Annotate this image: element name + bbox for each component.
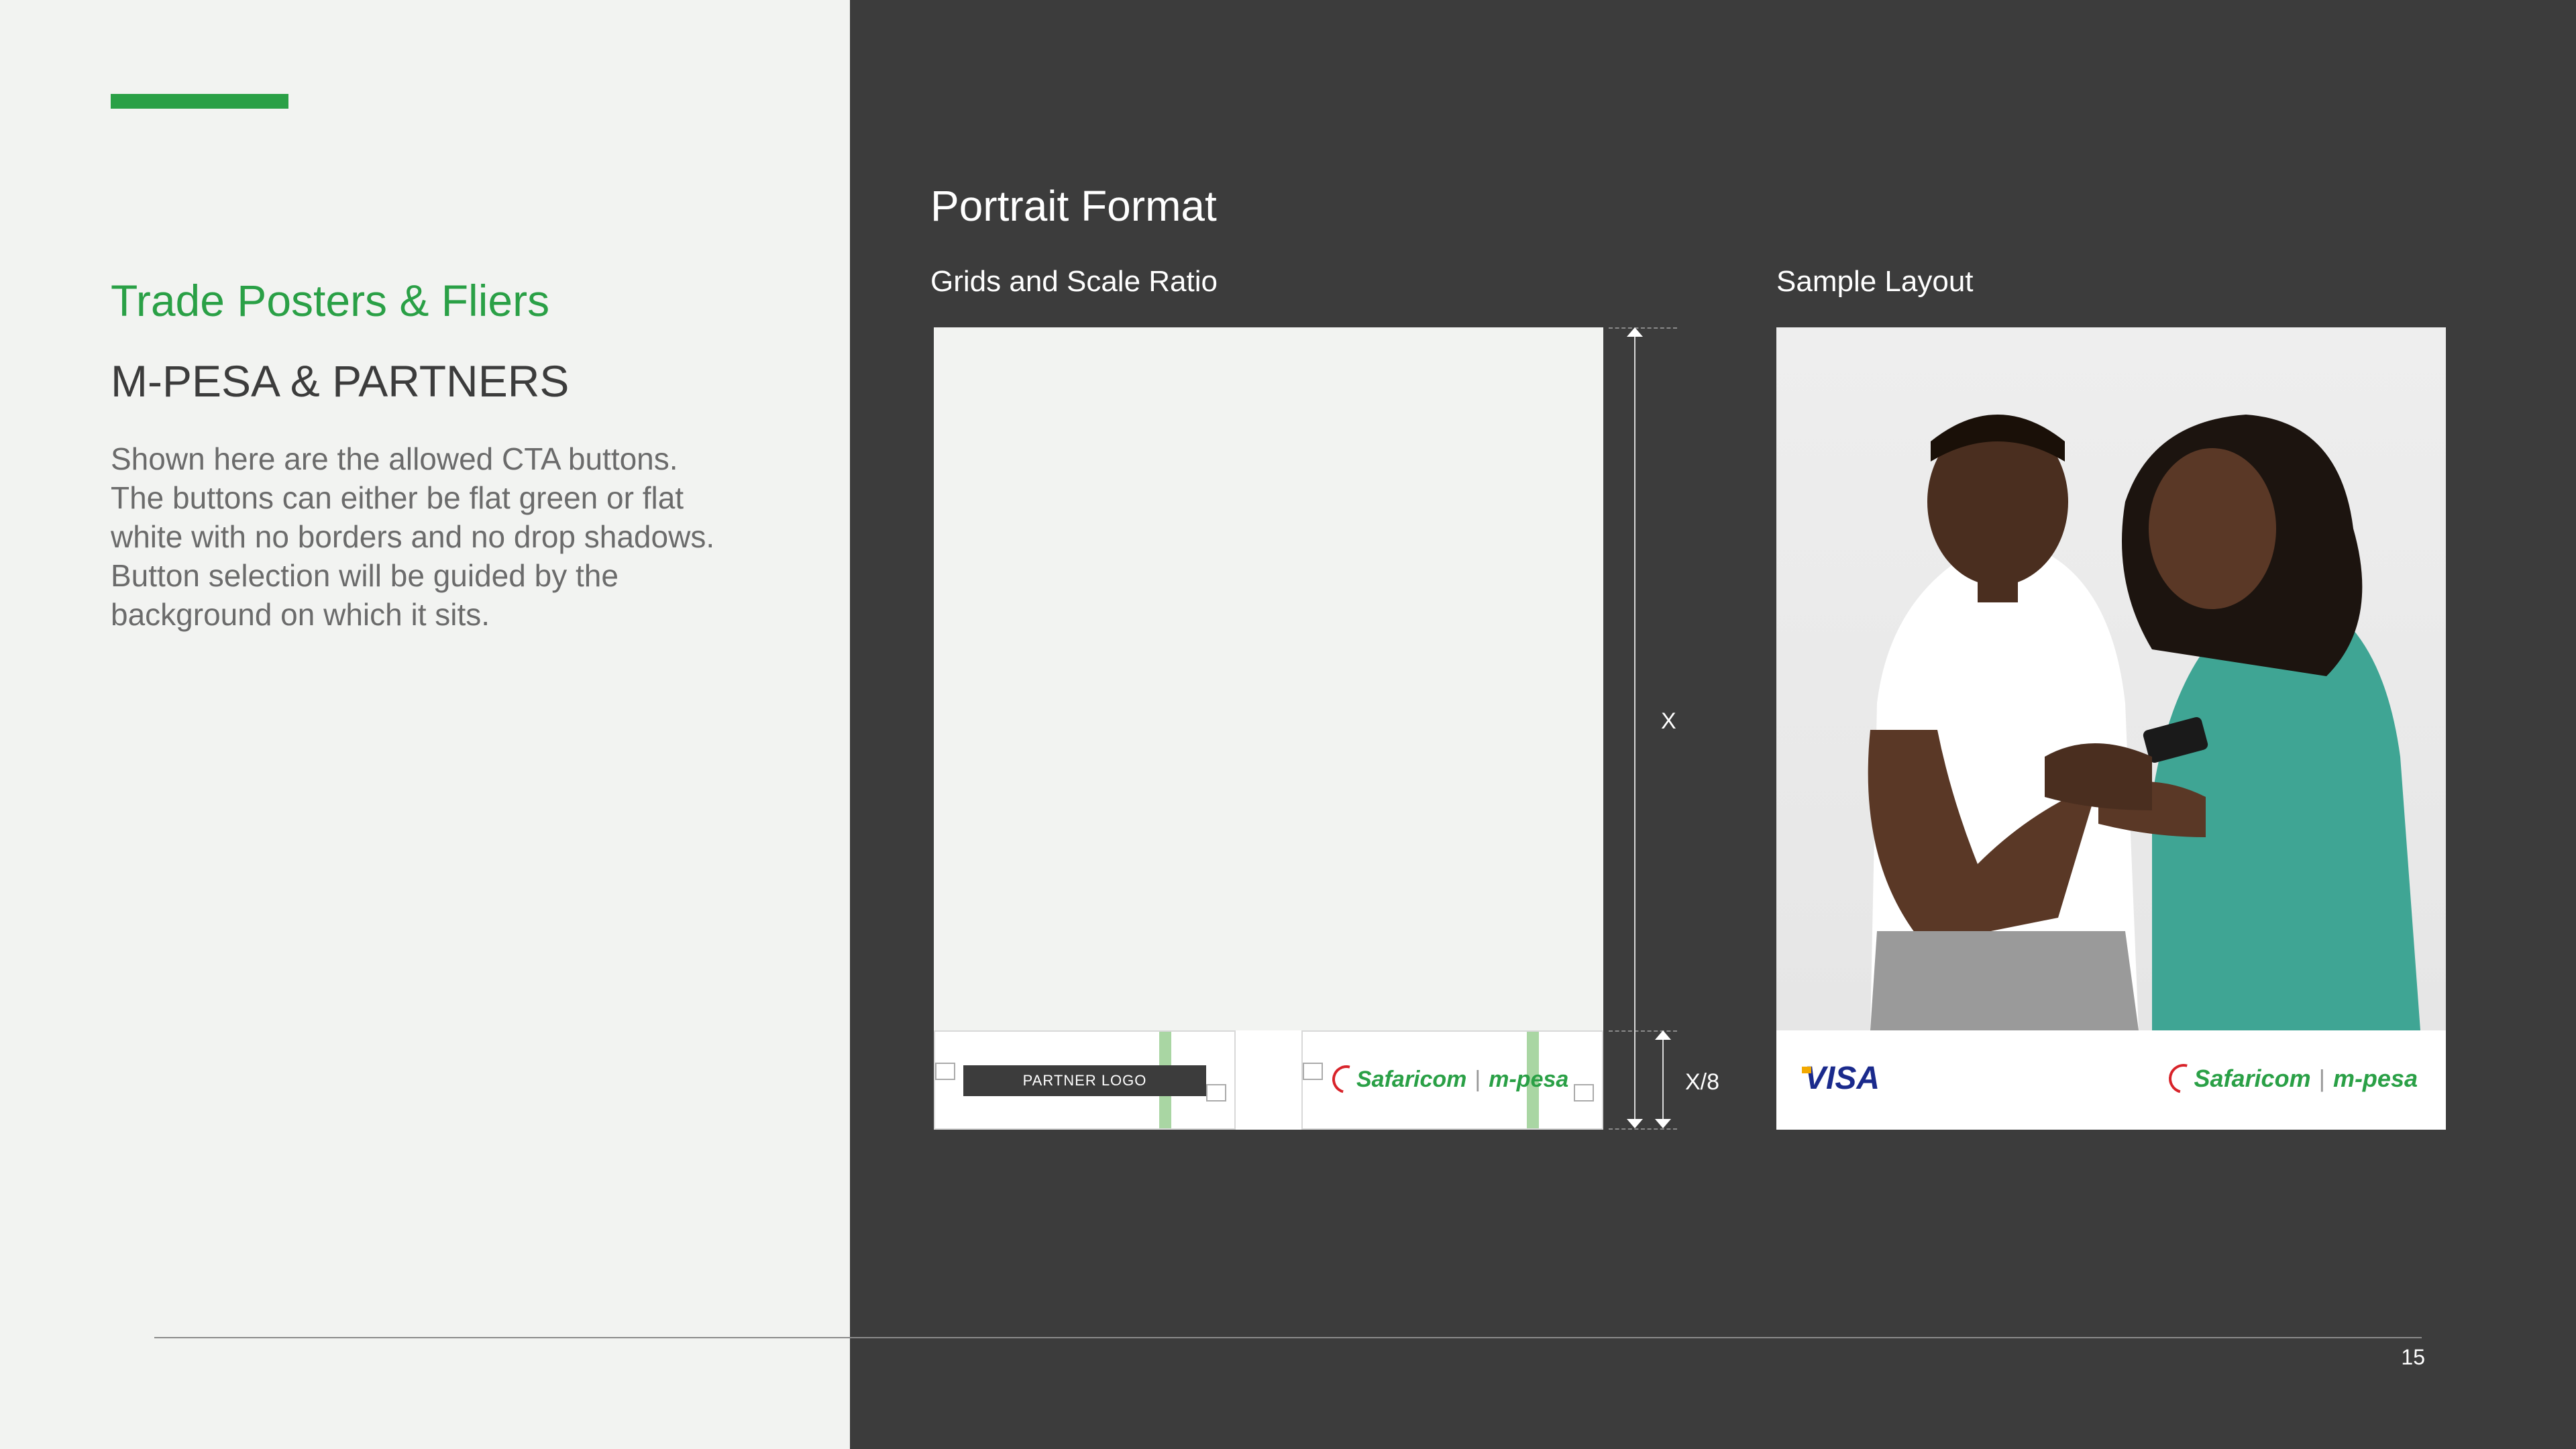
brand-separator: | [1474,1066,1481,1092]
footer-right-block: Safaricom | m-pesa [1301,1030,1603,1130]
sample-heading: Sample Layout [1776,265,1974,298]
arrow-down-icon [1655,1119,1671,1128]
dimension-label-x: X [1661,708,1676,734]
visa-logo: VISA [1801,1061,1880,1096]
footer-left-block: PARTNER LOGO [934,1030,1236,1130]
safaricom-mpesa-logo: Safaricom | m-pesa [1327,1060,1569,1099]
footer-divider [154,1337,2422,1338]
dimension-line-footer [1662,1038,1664,1120]
dimension-label-x8: X/8 [1685,1069,1720,1095]
dimension-guide [1609,1128,1677,1130]
brand-mpesa: m-pesa [1489,1066,1569,1092]
arrow-down-icon [1627,1119,1643,1128]
brand-mpesa: m-pesa [2332,1065,2418,1092]
sample-photo [1776,327,2446,1030]
left-panel [0,0,850,1449]
description-line: Button selection will be guided by the [111,558,619,593]
couple-photo-illustration [1868,415,2420,1030]
grid-heading: Grids and Scale Ratio [930,265,1218,298]
brand-separator: | [2318,1065,2325,1092]
brand-safaricom: Safaricom [1356,1066,1467,1092]
dimension-line-main [1634,335,1635,1120]
format-title: Portrait Format [930,182,1217,230]
section-title: Trade Posters & Fliers [111,276,550,325]
margin-bracket [1574,1084,1594,1102]
section-description: Shown here are the allowed CTA buttons. … [111,439,828,634]
arrow-up-icon [1655,1030,1671,1040]
safaricom-mpesa-logo: Safaricom | m-pesa [2163,1058,2418,1099]
dimension-guide [1609,327,1677,329]
page-number: 15 [2401,1345,2425,1369]
section-subtitle: M-PESA & PARTNERS [111,356,570,406]
description-line: Shown here are the allowed CTA buttons. [111,441,678,476]
description-line: The buttons can either be flat green or … [111,480,684,515]
accent-bar [111,94,288,109]
arrow-up-icon [1627,327,1643,337]
description-line: white with no borders and no drop shadow… [111,519,715,554]
sample-footer: VISA Safaricom | m-pesa [1776,1030,2446,1130]
description-line: background on which it sits. [111,597,490,632]
margin-bracket [1206,1084,1226,1102]
footer-gap [1236,1030,1301,1130]
poster-grid-canvas [934,327,1603,1030]
partner-logo-placeholder: PARTNER LOGO [963,1065,1206,1096]
margin-bracket [935,1063,955,1080]
margin-bracket [1303,1063,1323,1080]
brand-safaricom: Safaricom [2194,1065,2311,1092]
